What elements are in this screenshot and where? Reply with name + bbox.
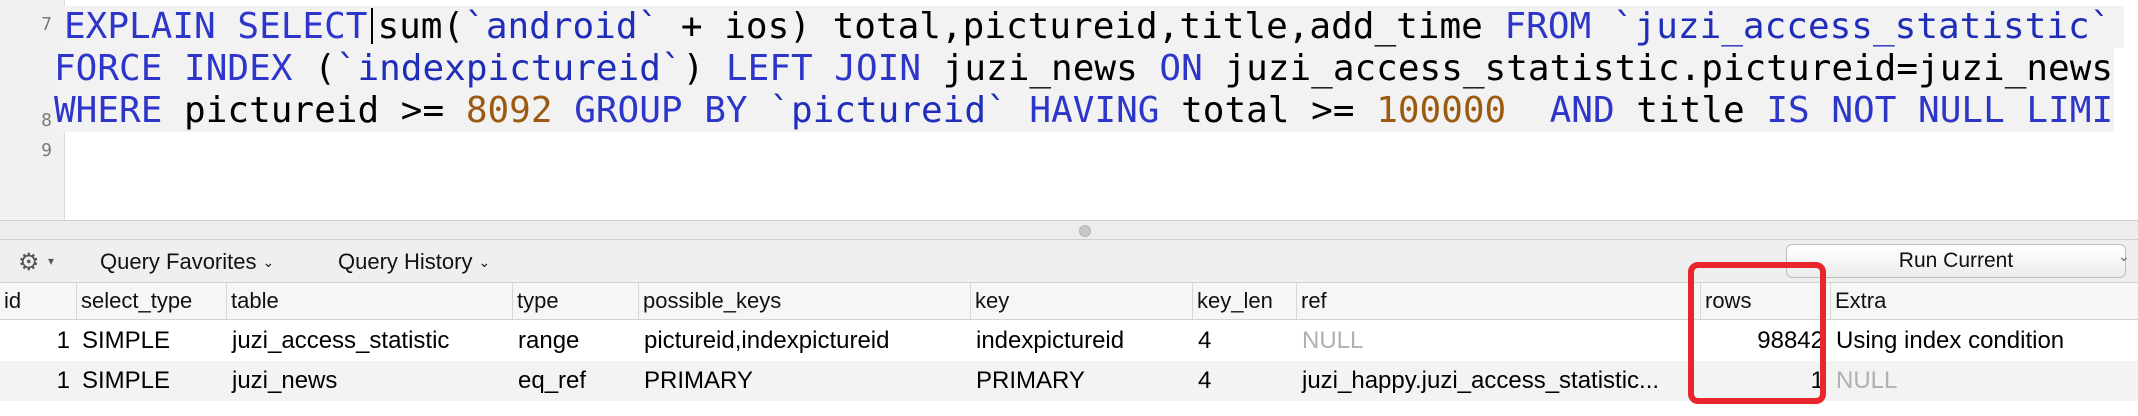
run-current-button[interactable]: Run Current bbox=[1786, 244, 2126, 278]
sql-keyword: AND bbox=[1549, 90, 1615, 131]
chevron-down-icon: ⌄ bbox=[262, 254, 275, 270]
sql-text: sum( bbox=[377, 6, 465, 47]
sql-identifier: `juzi_access_statistic` bbox=[1612, 6, 2112, 47]
caret-down-icon[interactable]: ▾ bbox=[48, 254, 54, 268]
rows-highlight-annotation bbox=[1688, 262, 1826, 404]
code-line-1[interactable]: EXPLAIN SELECT sum(`android` + ios) total… bbox=[64, 6, 2124, 48]
sql-text: ( bbox=[292, 48, 336, 89]
column-header-possible-keys[interactable]: possible_keys bbox=[638, 283, 970, 319]
sql-text: title bbox=[1614, 90, 1767, 131]
sql-identifier: `android` bbox=[464, 6, 660, 47]
gear-icon[interactable]: ⚙ bbox=[18, 248, 40, 277]
sql-number: 100000 bbox=[1376, 90, 1507, 131]
cell-possible-keys: pictureid,indexpictureid bbox=[644, 327, 890, 354]
cell-table: juzi_access_statistic bbox=[232, 327, 450, 354]
cell-ref: NULL bbox=[1302, 327, 1364, 354]
query-favorites-label: Query Favorites bbox=[100, 249, 257, 274]
sql-identifier: `indexpictureid` bbox=[335, 48, 683, 89]
column-header-extra[interactable]: Extra bbox=[1830, 283, 2138, 319]
column-header-table[interactable]: table bbox=[226, 283, 512, 319]
splitter-handle-icon[interactable] bbox=[1079, 225, 1091, 237]
sql-text: total >= bbox=[1159, 90, 1377, 131]
cell-id: 1 bbox=[56, 327, 70, 354]
cell-extra: Using index condition bbox=[1836, 327, 2065, 354]
column-header-id[interactable]: id bbox=[0, 283, 76, 319]
pane-splitter[interactable] bbox=[0, 220, 2138, 240]
cell-key-len: 4 bbox=[1198, 367, 1212, 394]
column-header-key[interactable]: key bbox=[970, 283, 1192, 319]
run-options-chevron-icon[interactable]: ⌄ bbox=[2118, 248, 2130, 265]
sql-keyword: GROUP BY bbox=[574, 90, 748, 131]
cell-select-type: SIMPLE bbox=[82, 367, 171, 394]
chevron-down-icon: ⌄ bbox=[478, 254, 491, 270]
sql-keyword: EXPLAIN SELECT bbox=[64, 6, 368, 47]
sql-keyword: HAVING bbox=[1029, 90, 1160, 131]
cell-ref: juzi_happy.juzi_access_statistic... bbox=[1302, 367, 1660, 394]
sql-text: pictureid >= bbox=[162, 90, 466, 131]
sql-identifier: `pictureid` bbox=[769, 90, 1008, 131]
sql-number: 8092 bbox=[465, 90, 553, 131]
sql-text: juzi_news bbox=[921, 48, 1160, 89]
column-header-type[interactable]: type bbox=[512, 283, 638, 319]
cell-key-len: 4 bbox=[1198, 327, 1212, 354]
sql-keyword: FROM bbox=[1504, 6, 1592, 47]
line-number: 8 bbox=[41, 110, 52, 131]
line-number: 9 bbox=[41, 140, 52, 161]
column-header-ref[interactable]: ref bbox=[1296, 283, 1700, 319]
cell-type: range bbox=[518, 327, 580, 354]
sql-keyword: FORCE INDEX bbox=[54, 48, 293, 89]
sql-keyword: ON bbox=[1159, 48, 1203, 89]
cell-extra: NULL bbox=[1836, 367, 1898, 394]
text-cursor bbox=[371, 8, 374, 44]
cell-key: indexpictureid bbox=[976, 327, 1125, 354]
query-favorites-menu[interactable]: Query Favorites ⌄ bbox=[100, 249, 274, 275]
sql-text: juzi_access_statistic.pictureid=juzi_new… bbox=[1202, 48, 2114, 89]
column-header-key-len[interactable]: key_len bbox=[1192, 283, 1296, 319]
cell-select-type: SIMPLE bbox=[82, 327, 171, 354]
query-history-menu[interactable]: Query History ⌄ bbox=[338, 249, 490, 275]
query-history-label: Query History bbox=[338, 249, 473, 274]
line-number: 7 bbox=[41, 14, 52, 35]
sql-editor[interactable]: 7 8 9 EXPLAIN SELECT sum(`android` + ios)… bbox=[0, 0, 2138, 220]
sql-keyword: WHERE bbox=[54, 90, 163, 131]
sql-keyword: IS NOT NULL LIMIT bbox=[1766, 90, 2114, 131]
sql-text: + ios) total,pictureid,title,add_time bbox=[659, 6, 1505, 47]
sql-text: ) bbox=[682, 48, 726, 89]
column-header-select-type[interactable]: select_type bbox=[76, 283, 226, 319]
cell-key: PRIMARY bbox=[976, 367, 1085, 394]
cell-type: eq_ref bbox=[518, 367, 587, 394]
code-line-3[interactable]: WHERE pictureid >= 8092 GROUP BY `pictur… bbox=[54, 90, 2114, 132]
sql-keyword: LEFT JOIN bbox=[725, 48, 921, 89]
cell-possible-keys: PRIMARY bbox=[644, 367, 753, 394]
cell-id: 1 bbox=[56, 367, 70, 394]
code-line-2[interactable]: FORCE INDEX (`indexpictureid`) LEFT JOIN… bbox=[54, 48, 2114, 90]
cell-table: juzi_news bbox=[232, 367, 338, 394]
